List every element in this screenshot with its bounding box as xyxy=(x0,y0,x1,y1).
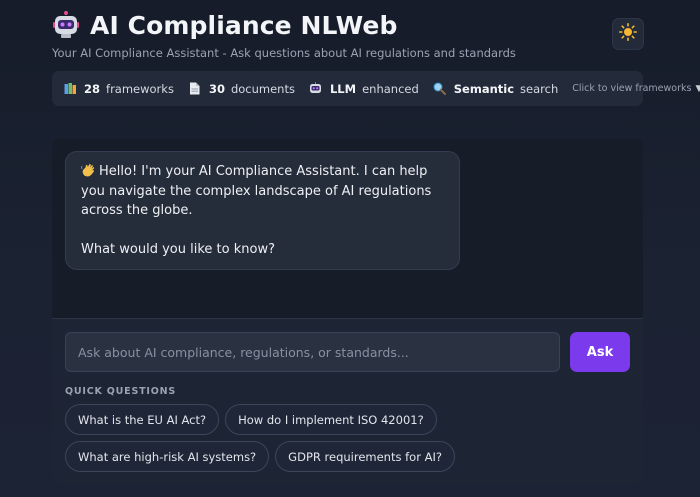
title-row: AI Compliance NLWeb xyxy=(52,8,644,42)
page: AI Compliance NLWeb Your AI Compliance A… xyxy=(0,0,700,497)
caret-down-icon: ▼ xyxy=(695,83,700,94)
stat-semantic-label: search xyxy=(520,81,559,96)
assistant-message-line1-row: Hello! I'm your AI Compliance Assistant.… xyxy=(81,162,446,221)
theme-toggle-button[interactable] xyxy=(612,18,644,50)
message-list[interactable]: Hello! I'm your AI Compliance Assistant.… xyxy=(52,138,643,318)
question-input[interactable] xyxy=(65,332,560,372)
assistant-message-line1: Hello! I'm your AI Compliance Assistant.… xyxy=(81,164,432,218)
chat-panel: Hello! I'm your AI Compliance Assistant.… xyxy=(52,138,643,484)
quick-question-chip[interactable]: What is the EU AI Act? xyxy=(65,404,220,435)
quick-question-chip[interactable]: GDPR requirements for AI? xyxy=(275,441,455,472)
assistant-message: Hello! I'm your AI Compliance Assistant.… xyxy=(65,151,460,270)
app-title: AI Compliance NLWeb xyxy=(90,10,398,40)
quick-question-chip[interactable]: How do I implement ISO 42001? xyxy=(225,404,437,435)
stat-documents-count: 30 xyxy=(208,81,225,96)
header: AI Compliance NLWeb Your AI Compliance A… xyxy=(52,8,644,66)
view-frameworks-label: Click to view frameworks xyxy=(572,83,692,94)
books-icon xyxy=(63,82,77,96)
assistant-message-line2: What would you like to know? xyxy=(81,241,275,257)
stat-frameworks-count: 28 xyxy=(84,81,101,96)
view-frameworks-toggle[interactable]: Click to view frameworks ▼ xyxy=(572,83,700,94)
sun-icon xyxy=(619,23,638,45)
quick-questions-list: What is the EU AI Act? How do I implemen… xyxy=(65,404,635,472)
stat-semantic-count: Semantic xyxy=(453,81,515,96)
robot-icon xyxy=(52,10,80,40)
stat-llm-count: LLM xyxy=(329,81,357,96)
document-icon xyxy=(188,82,202,96)
ask-button[interactable]: Ask xyxy=(570,332,630,372)
stat-documents-label: documents xyxy=(230,81,295,96)
composer: Ask QUICK QUESTIONS What is the EU AI Ac… xyxy=(52,318,643,484)
stat-frameworks-label: frameworks xyxy=(106,81,174,96)
waving-hand-icon xyxy=(81,163,97,177)
stat-documents: 30 documents xyxy=(188,82,295,96)
stat-llm: LLM enhanced xyxy=(309,82,419,96)
quick-questions-heading: QUICK QUESTIONS xyxy=(65,386,176,397)
magnifier-icon xyxy=(433,82,447,96)
stats-bar: 28 frameworks 30 documents LLM enhanced … xyxy=(52,71,700,106)
app-subtitle: Your AI Compliance Assistant - Ask quest… xyxy=(52,46,516,60)
stat-semantic: Semantic search xyxy=(433,82,558,96)
stat-frameworks: 28 frameworks xyxy=(63,82,174,96)
quick-question-chip[interactable]: What are high-risk AI systems? xyxy=(65,441,270,472)
stat-llm-label: enhanced xyxy=(362,81,419,96)
robot-icon xyxy=(309,82,323,96)
